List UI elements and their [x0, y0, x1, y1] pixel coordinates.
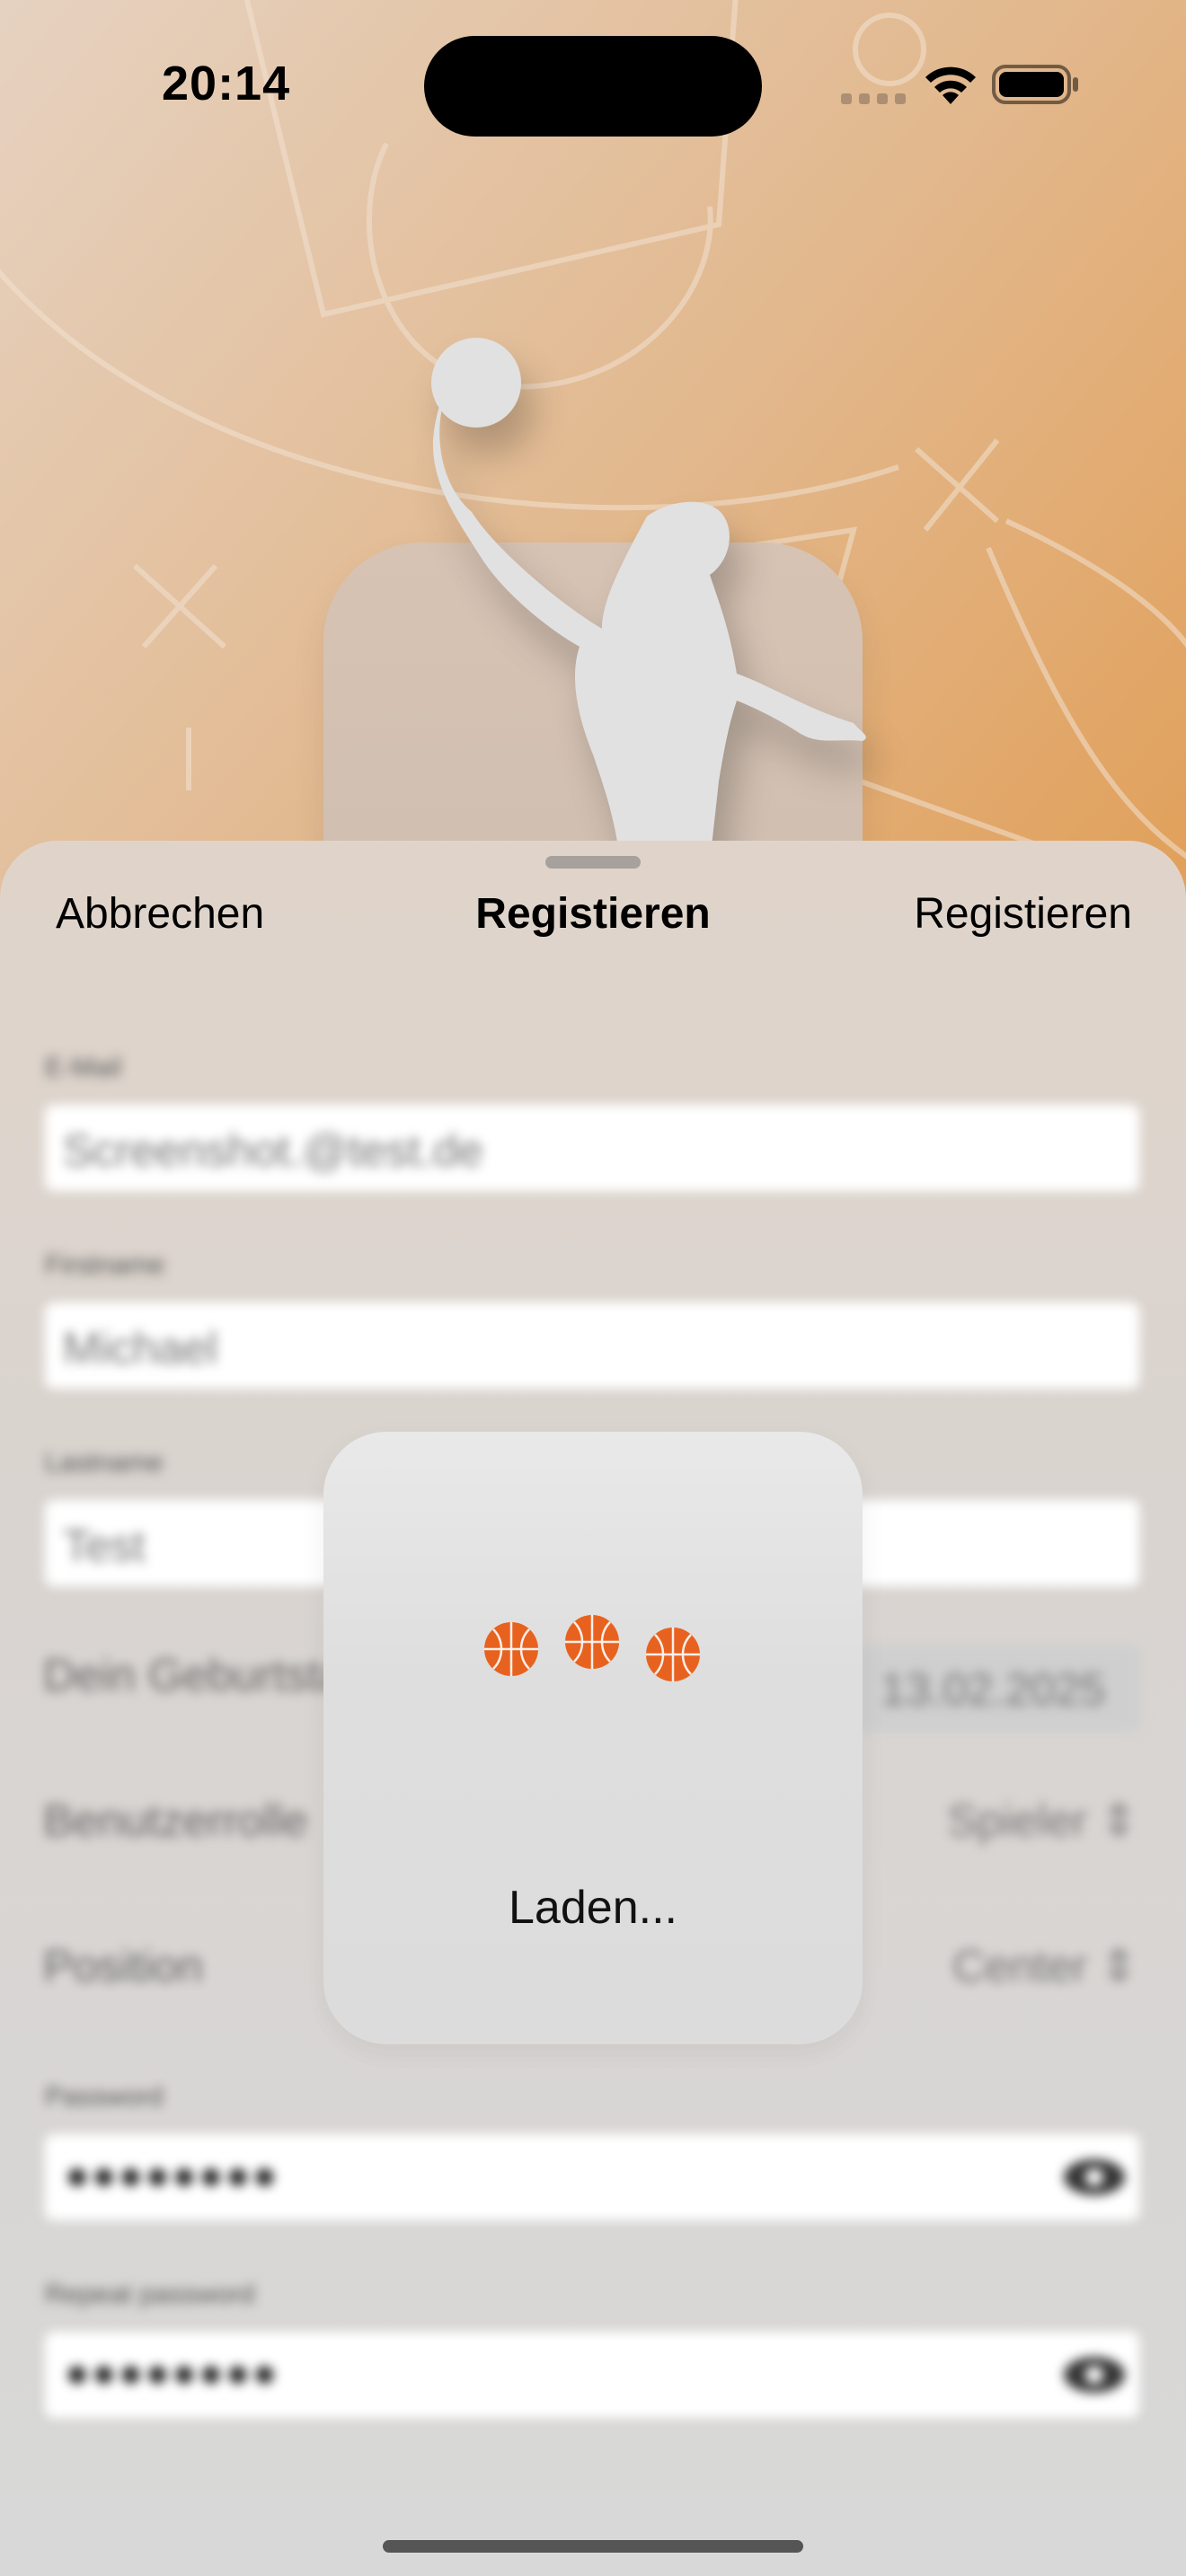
password-field[interactable]: ●●●●●●●●: [45, 2134, 1139, 2220]
loading-text: Laden...: [509, 1882, 677, 1934]
sheet-grabber[interactable]: [545, 856, 641, 869]
status-time: 20:14: [162, 57, 291, 110]
basketball-icon: [484, 1622, 538, 1676]
role-label: Benutzerrolle: [43, 1795, 308, 1846]
birthday-value: 13.02.2025: [881, 1664, 1106, 1715]
repeat-password-value: ●●●●●●●●: [65, 2349, 279, 2395]
position-label: Position: [43, 1941, 203, 1991]
repeat-password-label: Repeat password: [45, 2280, 255, 2309]
birthday-picker[interactable]: 13.02.2025: [854, 1645, 1141, 1732]
email-field[interactable]: Screenshot.@test.de: [45, 1105, 1139, 1191]
firstname-label: Firstname: [45, 1250, 165, 1280]
eye-icon[interactable]: [1062, 2156, 1127, 2199]
birthday-label: Dein Geburtstag: [43, 1650, 371, 1700]
position-value: Center: [952, 1941, 1088, 1991]
status-icons: [841, 65, 1078, 104]
repeat-password-field[interactable]: ●●●●●●●●: [45, 2332, 1139, 2418]
firstname-value: Michael: [63, 1323, 218, 1373]
password-label: Password: [45, 2082, 164, 2112]
email-label: E-Mail: [45, 1053, 122, 1082]
cellular-signal-icon: [841, 93, 906, 104]
basketball-icon: [565, 1615, 619, 1669]
role-picker[interactable]: Spieler ⇕: [948, 1795, 1137, 1847]
email-value: Screenshot.@test.de: [63, 1125, 483, 1176]
lastname-value: Test: [63, 1521, 146, 1571]
lastname-label: Lastname: [45, 1448, 164, 1478]
basketball-icon: [646, 1628, 700, 1681]
chevron-up-down-icon: ⇕: [1100, 1941, 1137, 1991]
firstname-field[interactable]: Michael: [45, 1302, 1139, 1389]
role-value: Spieler: [947, 1795, 1088, 1846]
position-picker[interactable]: Center ⇕: [952, 1940, 1137, 1992]
password-value: ●●●●●●●●: [65, 2151, 279, 2198]
eye-icon[interactable]: [1062, 2353, 1127, 2396]
wifi-icon: [925, 66, 976, 104]
register-button[interactable]: Registieren: [914, 889, 1132, 939]
battery-icon: [992, 65, 1078, 104]
basketball-player-icon: [431, 338, 866, 862]
home-indicator[interactable]: [383, 2540, 803, 2553]
dynamic-island: [424, 36, 762, 137]
chevron-up-down-icon: ⇕: [1100, 1795, 1137, 1846]
loading-overlay: [323, 1432, 863, 2044]
